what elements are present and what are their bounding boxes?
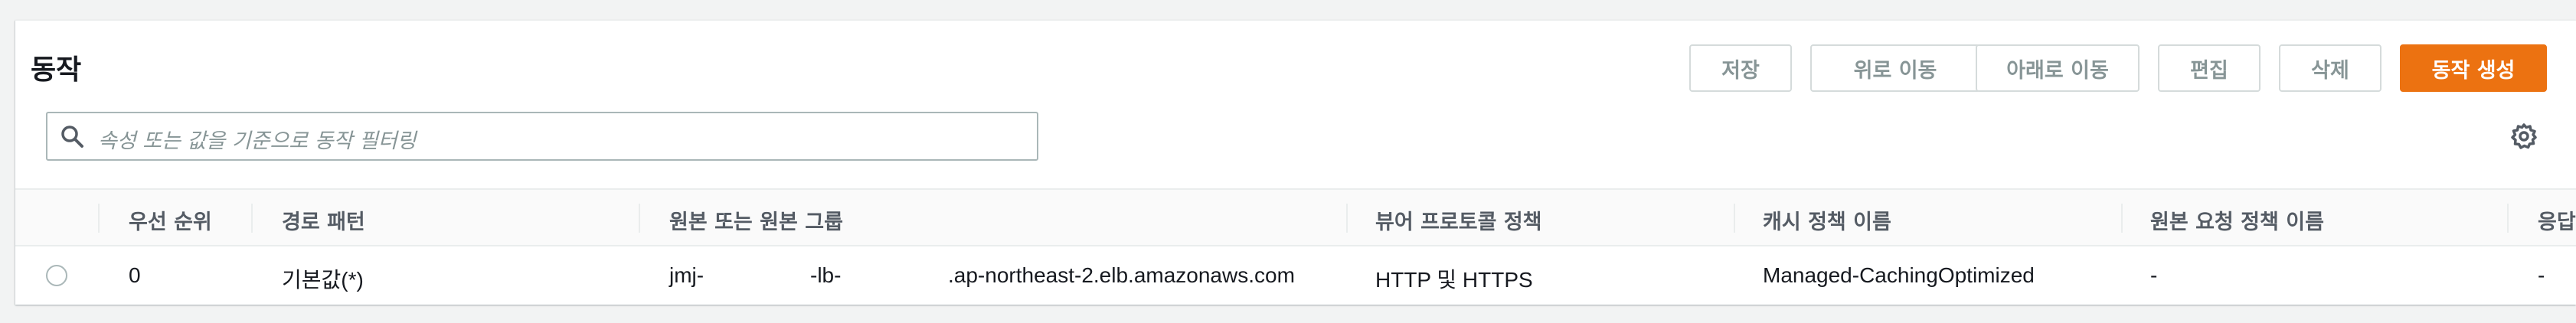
delete-button[interactable]: 삭제	[2279, 44, 2381, 92]
move-up-button[interactable]: 위로 이동	[1810, 44, 1980, 92]
create-behavior-button[interactable]: 동작 생성	[2400, 44, 2547, 92]
cell-origin-request-policy: -	[2150, 263, 2158, 287]
cell-origin-part2: -lb-	[810, 263, 842, 287]
column-separator	[251, 204, 253, 233]
search-placeholder: 속성 또는 값을 기준으로 동작 필터링	[98, 129, 417, 153]
edit-button[interactable]: 편집	[2158, 44, 2261, 92]
column-separator	[98, 204, 100, 233]
column-viewer-protocol[interactable]: 뷰어 프로토콜 정책	[1375, 205, 1542, 235]
column-separator	[2121, 204, 2123, 233]
cell-priority: 0	[129, 263, 141, 287]
row-select-radio[interactable]	[46, 265, 67, 286]
cell-path-pattern: 기본값(*)	[282, 268, 364, 292]
gear-icon[interactable]	[2510, 122, 2538, 150]
column-path-pattern[interactable]: 경로 패턴	[282, 205, 365, 235]
column-priority[interactable]: 우선 순위	[129, 205, 212, 235]
table-row[interactable]: 0 기본값(*) jmj- -lb- .ap-northeast-2.elb.a…	[15, 246, 2576, 306]
filter-search-input[interactable]: 속성 또는 값을 기준으로 동작 필터링	[46, 112, 1038, 161]
column-separator	[1346, 204, 1348, 233]
column-origin-request-policy[interactable]: 원본 요청 정책 이름	[2150, 205, 2324, 235]
save-button[interactable]: 저장	[1689, 44, 1792, 92]
cell-cache-policy: Managed-CachingOptimized	[1763, 263, 2035, 287]
search-icon	[61, 126, 83, 148]
column-separator	[639, 204, 640, 233]
cell-response: -	[2538, 263, 2545, 287]
section-title: 동작	[31, 54, 82, 86]
cell-origin-part1: jmj-	[669, 263, 704, 287]
column-separator	[2507, 204, 2509, 233]
cell-viewer-protocol: HTTP 및 HTTPS	[1375, 268, 1533, 292]
move-down-button[interactable]: 아래로 이동	[1976, 44, 2140, 92]
column-cache-policy[interactable]: 캐시 정책 이름	[1763, 205, 1891, 235]
column-separator	[1734, 204, 1735, 233]
column-origin[interactable]: 원본 또는 원본 그룹	[669, 205, 843, 235]
table-header: 우선 순위 경로 패턴 원본 또는 원본 그룹 뷰어 프로토콜 정책 캐시 정책…	[15, 188, 2576, 246]
cell-origin-part3: .ap-northeast-2.elb.amazonaws.com	[948, 263, 1295, 287]
column-response[interactable]: 응답	[2538, 205, 2576, 235]
